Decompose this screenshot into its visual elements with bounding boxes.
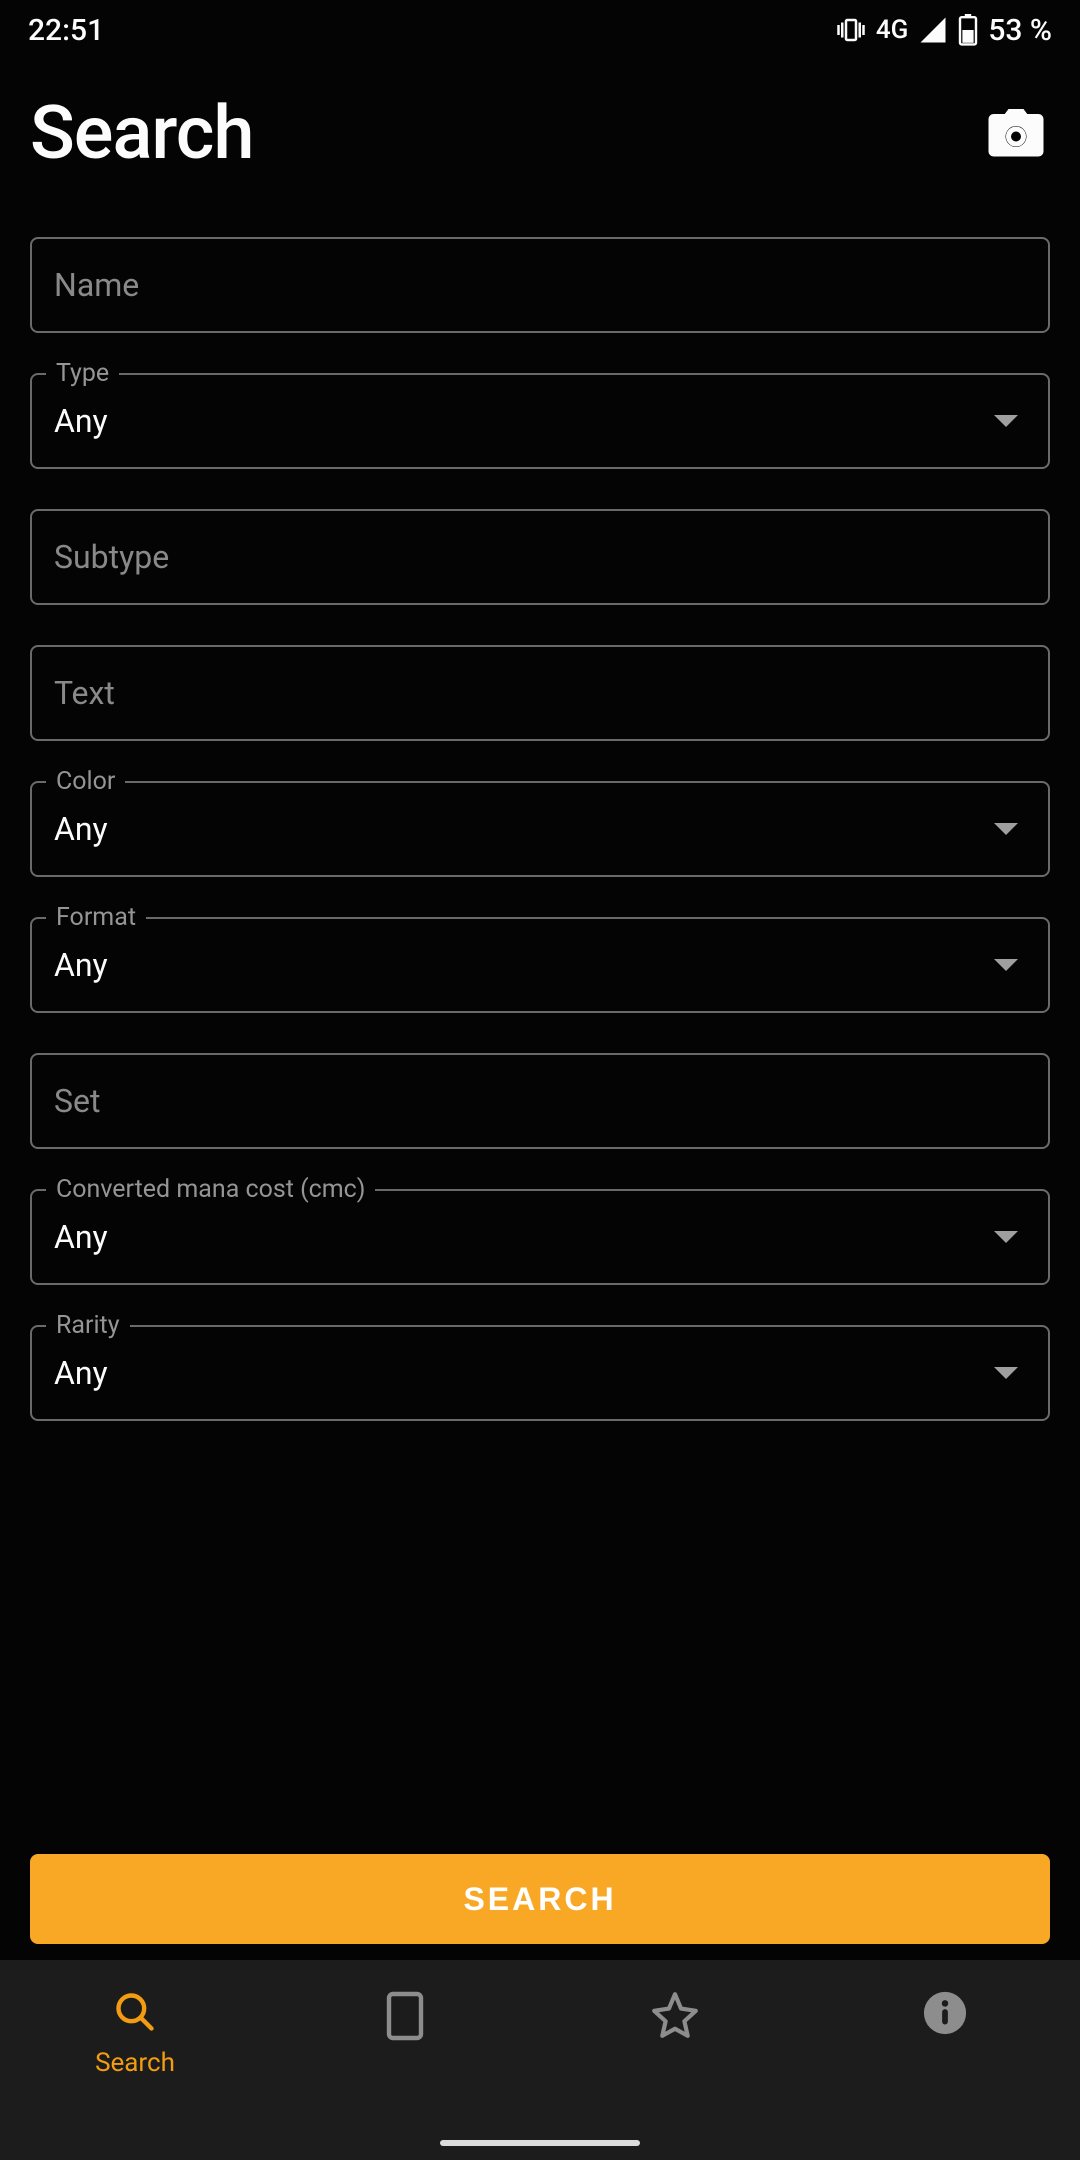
set-input[interactable]: Set (30, 1053, 1050, 1149)
format-value: Any (54, 946, 108, 984)
subtype-placeholder: Subtype (54, 538, 169, 576)
search-icon (113, 1990, 157, 2034)
bottom-nav: Search (0, 1960, 1080, 2160)
rarity-field-wrap: Rarity Any (30, 1325, 1050, 1421)
status-bar: 22:51 4G 53 % (0, 0, 1080, 60)
chevron-down-icon (994, 1367, 1018, 1379)
star-icon (650, 1990, 700, 2040)
type-value: Any (54, 402, 108, 440)
search-button-label: SEARCH (463, 1881, 616, 1918)
nav-cards[interactable] (270, 1960, 540, 2160)
card-icon (383, 1990, 427, 2042)
set-placeholder: Set (54, 1082, 100, 1120)
page-title: Search (30, 90, 254, 177)
text-placeholder: Text (54, 674, 115, 712)
type-select[interactable]: Any (30, 373, 1050, 469)
network-label: 4G (876, 15, 909, 45)
search-form: Name Type Any Subtype Text Color Any For… (0, 207, 1080, 1451)
format-label: Format (46, 903, 146, 932)
status-right: 4G 53 % (836, 13, 1052, 48)
search-button[interactable]: SEARCH (30, 1854, 1050, 1944)
subtype-input[interactable]: Subtype (30, 509, 1050, 605)
cmc-field-wrap: Converted mana cost (cmc) Any (30, 1189, 1050, 1285)
info-icon (922, 1990, 968, 2036)
nav-info[interactable] (810, 1960, 1080, 2160)
type-label: Type (46, 359, 119, 388)
home-indicator[interactable] (440, 2140, 640, 2146)
battery-percent: 53 % (988, 13, 1052, 48)
rarity-label: Rarity (46, 1311, 130, 1340)
name-input[interactable]: Name (30, 237, 1050, 333)
status-time: 22:51 (28, 13, 104, 48)
chevron-down-icon (994, 823, 1018, 835)
format-select[interactable]: Any (30, 917, 1050, 1013)
name-field-wrap: Name (30, 237, 1050, 333)
nav-favorites[interactable] (540, 1960, 810, 2160)
cmc-value: Any (54, 1218, 108, 1256)
signal-icon (918, 15, 948, 45)
header: Search (0, 60, 1080, 207)
battery-icon (958, 14, 978, 46)
chevron-down-icon (994, 1231, 1018, 1243)
set-field-wrap: Set (30, 1053, 1050, 1149)
rarity-select[interactable]: Any (30, 1325, 1050, 1421)
vibrate-icon (836, 15, 866, 45)
nav-search[interactable]: Search (0, 1960, 270, 2160)
nav-search-label: Search (95, 2048, 175, 2078)
type-field-wrap: Type Any (30, 373, 1050, 469)
color-label: Color (46, 767, 125, 796)
cmc-label: Converted mana cost (cmc) (46, 1175, 375, 1204)
rarity-value: Any (54, 1354, 108, 1392)
text-field-wrap: Text (30, 645, 1050, 741)
subtype-field-wrap: Subtype (30, 509, 1050, 605)
text-input[interactable]: Text (30, 645, 1050, 741)
name-placeholder: Name (54, 266, 139, 304)
camera-icon[interactable] (986, 107, 1046, 161)
color-field-wrap: Color Any (30, 781, 1050, 877)
color-select[interactable]: Any (30, 781, 1050, 877)
format-field-wrap: Format Any (30, 917, 1050, 1013)
chevron-down-icon (994, 959, 1018, 971)
chevron-down-icon (994, 415, 1018, 427)
color-value: Any (54, 810, 108, 848)
